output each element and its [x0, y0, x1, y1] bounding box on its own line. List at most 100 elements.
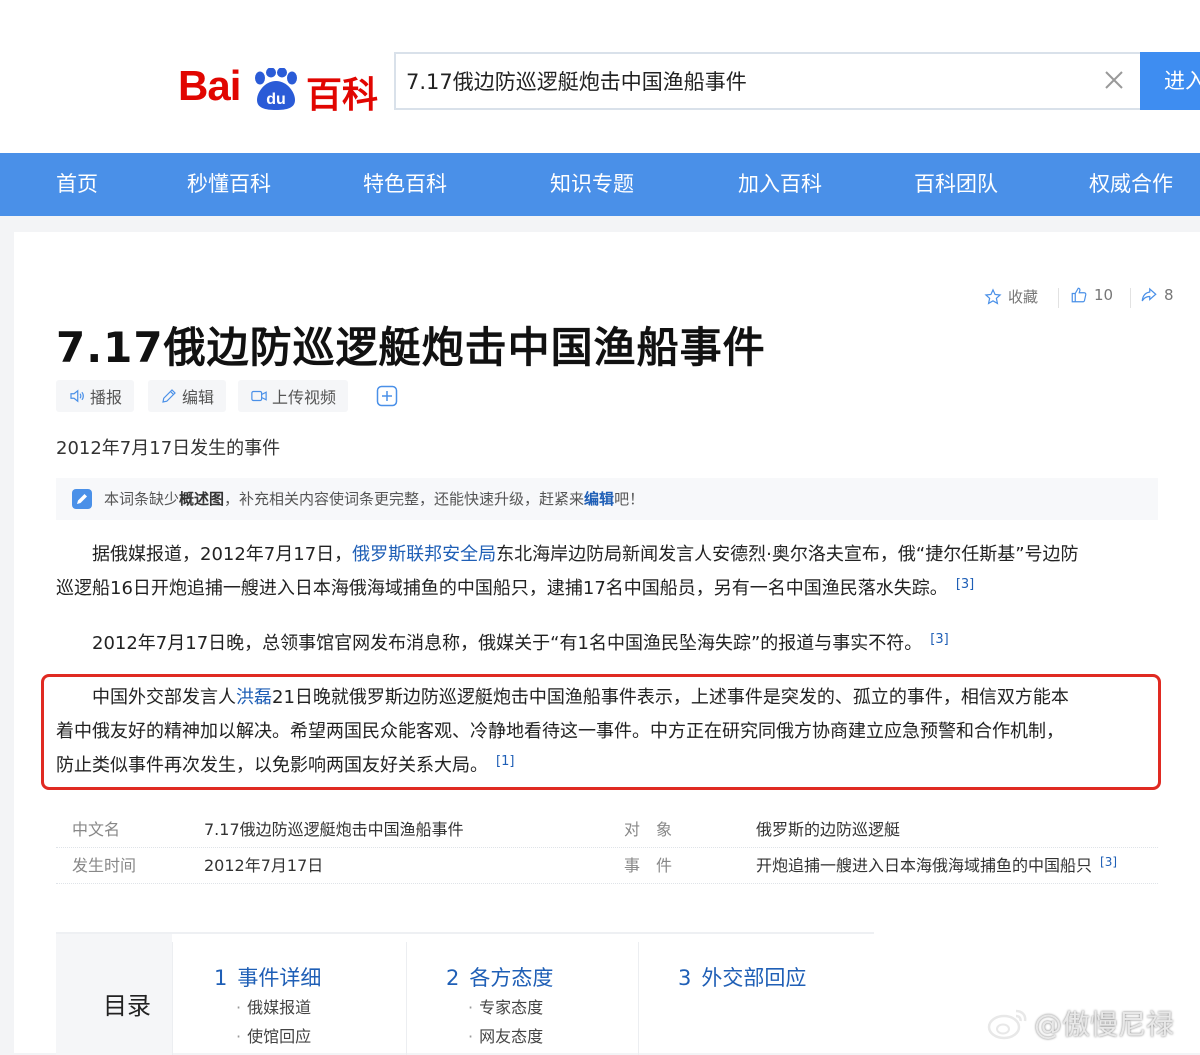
- edit-note-icon: [72, 489, 92, 509]
- nav-item-miaodong[interactable]: 秒懂百科: [187, 153, 271, 216]
- divider: [406, 942, 407, 1055]
- share-button[interactable]: 8: [1140, 286, 1174, 304]
- search-input[interactable]: [406, 54, 1086, 108]
- info-key: 发生时间: [72, 856, 137, 875]
- divider: [1058, 288, 1059, 308]
- edit-button[interactable]: 编辑: [148, 380, 227, 412]
- like-count: 10: [1094, 286, 1114, 304]
- page-title: 7.17俄边防巡逻艇炮击中国渔船事件: [56, 323, 766, 372]
- close-icon[interactable]: [1102, 68, 1126, 92]
- divider: [638, 942, 639, 1055]
- info-key: 中文名: [72, 820, 121, 839]
- logo-du: du: [266, 91, 286, 108]
- baidu-baike-logo[interactable]: Bai du 百科: [178, 40, 388, 116]
- paragraph-2: 2012年7月17日晚，总领事馆官网发布消息称，俄媒关于“有1名中国渔民坠海失踪…: [56, 627, 1164, 661]
- paragraph-line: 着中俄友好的精神加以解决。希望两国民众能客观、冷静地看待这一事件。中方正在研究同…: [56, 715, 1164, 749]
- logo-bai: Bai: [178, 62, 241, 109]
- section-label: 事件详细: [237, 966, 322, 990]
- favorite-button[interactable]: 收藏: [984, 286, 1038, 307]
- upload-video-label: 上传视频: [272, 388, 337, 407]
- article-actions: 收藏 10 8: [984, 286, 1184, 310]
- paragraph-line: 中国外交部发言人洪磊21日晚就俄罗斯边防巡逻艇炮击中国渔船事件表示，上述事件是突…: [56, 681, 1164, 715]
- section-number: 3: [678, 966, 692, 990]
- search-box: [394, 52, 1140, 110]
- honglei-link[interactable]: 洪磊: [236, 687, 272, 708]
- nav-item-cooperation[interactable]: 权威合作: [1089, 153, 1173, 216]
- video-camera-icon: [251, 390, 267, 402]
- para3-text: 着中俄友好的精神加以解决。希望两国民众能客观、冷静地看待这一事件。中方正在研究同…: [56, 721, 1064, 742]
- nav-item-join[interactable]: 加入百科: [738, 153, 822, 216]
- catalog-subitem[interactable]: 俄媒报道: [236, 994, 311, 1018]
- reference-link[interactable]: [3]: [1100, 855, 1117, 869]
- weibo-watermark: @傲慢尼禄: [986, 1003, 1174, 1043]
- edit-label: 编辑: [182, 388, 215, 407]
- article-content: 收藏 10 8 7.17俄边防巡逻艇炮击中国渔船事件 播报 编辑 上传视频 20…: [14, 232, 1200, 1055]
- reference-link[interactable]: [3]: [930, 632, 948, 647]
- para1-text: 据俄媒报道，2012年7月17日，: [92, 544, 353, 565]
- divider: [1130, 288, 1131, 308]
- nav-item-team[interactable]: 百科团队: [914, 153, 998, 216]
- info-value: 2012年7月17日: [204, 856, 324, 875]
- para3-text: 21日晚就俄罗斯边防巡逻艇炮击中国渔船事件表示，上述事件是突发的、孤立的事件，相…: [272, 687, 1069, 708]
- logo-baike: 百科: [306, 75, 379, 116]
- reference-link[interactable]: [1]: [496, 754, 514, 769]
- catalog-title-box: 目录: [56, 934, 172, 1055]
- section-number: 2: [446, 966, 460, 990]
- missing-image-notice: 本词条缺少概述图，补充相关内容使词条更完整，还能快速升级，赶紧来编辑吧！: [56, 478, 1158, 520]
- catalog-title: 目录: [103, 992, 151, 1020]
- section-number: 1: [214, 966, 228, 990]
- notice-middle: ，补充相关内容使词条更完整，还能快速升级，赶紧来: [224, 490, 585, 508]
- section-label: 各方态度: [469, 966, 554, 990]
- catalog-section-1[interactable]: 1 事件详细: [214, 962, 321, 992]
- catalog-section-3[interactable]: 3 外交部回应: [678, 962, 806, 992]
- catalog-subitem[interactable]: 网友态度: [468, 1023, 543, 1047]
- search-button[interactable]: 进入: [1140, 52, 1200, 110]
- paw-icon: du: [255, 68, 297, 110]
- para3-text: 防止类似事件再次发生，以免影响两国友好关系大局。: [56, 755, 488, 776]
- pencil-icon: [162, 389, 176, 403]
- add-button[interactable]: [368, 380, 406, 412]
- info-row: 发生时间 2012年7月17日 事 件 开炮追捕一艘进入日本海俄海域捕鱼的中国船…: [56, 848, 1158, 884]
- para1-text: 巡逻船16日开炮追捕一艘进入日本海俄海域捕鱼的中国船只，逮捕17名中国船员，另有…: [56, 578, 948, 599]
- entry-summary: 2012年7月17日发生的事件: [56, 438, 281, 459]
- basic-info-table: 中文名 7.17俄边防巡逻艇炮击中国渔船事件 对 象 俄罗斯的边防巡逻艇 发生时…: [56, 812, 1158, 884]
- broadcast-label: 播报: [90, 388, 123, 407]
- notice-prefix: 本词条缺少: [104, 490, 180, 508]
- speaker-icon: [70, 389, 84, 403]
- info-value: 7.17俄边防巡逻艇炮击中国渔船事件: [204, 820, 464, 839]
- para2-text: 2012年7月17日晚，总领事馆官网发布消息称，俄媒关于“有1名中国渔民坠海失踪…: [92, 633, 923, 654]
- thumbs-up-icon: [1071, 287, 1087, 303]
- notice-edit-link[interactable]: 编辑: [584, 490, 614, 508]
- notice-suffix: 吧！: [614, 490, 645, 508]
- upload-video-button[interactable]: 上传视频: [238, 380, 349, 412]
- divider: [172, 942, 173, 1055]
- nav-item-featured[interactable]: 特色百科: [363, 153, 447, 216]
- watermark-text: @傲慢尼禄: [1034, 1008, 1175, 1041]
- main-nav: 首页 秒懂百科 特色百科 知识专题 加入百科 百科团队 权威合作: [0, 153, 1200, 216]
- nav-item-home[interactable]: 首页: [56, 153, 98, 216]
- reference-link[interactable]: [3]: [956, 577, 974, 592]
- header: Bai du 百科 进入: [0, 0, 1200, 153]
- share-icon: [1141, 287, 1157, 302]
- info-value: 俄罗斯的边防巡逻艇: [756, 820, 901, 839]
- catalog-section-2[interactable]: 2 各方态度: [446, 962, 553, 992]
- notice-bold: 概述图: [179, 490, 225, 508]
- plus-square-icon: [376, 385, 398, 407]
- catalog-subitem[interactable]: 使馆回应: [236, 1023, 311, 1047]
- nav-item-topics[interactable]: 知识专题: [550, 153, 634, 216]
- paragraph-line: 据俄媒报道，2012年7月17日，俄罗斯联邦安全局东北海岸边防局新闻发言人安德烈…: [56, 538, 1164, 572]
- like-button[interactable]: 10: [1070, 286, 1113, 304]
- favorite-label: 收藏: [1008, 288, 1039, 306]
- paragraph-line: 巡逻船16日开炮追捕一艘进入日本海俄海域捕鱼的中国船只，逮捕17名中国船员，另有…: [56, 572, 1164, 606]
- para1-text: 东北海岸边防局新闻发言人安德烈·奥尔洛夫宣布，俄“捷尔任斯基”号边防: [496, 544, 1079, 565]
- info-value-text: 开炮追捕一艘进入日本海俄海域捕鱼的中国船只: [756, 856, 1093, 875]
- catalog-subitem[interactable]: 专家态度: [468, 994, 543, 1018]
- table-of-contents: 目录 1 事件详细 俄媒报道 使馆回应 2 各方态度 专家态度 网友态度 3 外交部回…: [56, 932, 874, 1055]
- info-value: 开炮追捕一艘进入日本海俄海域捕鱼的中国船只 [3]: [756, 848, 1117, 884]
- broadcast-button[interactable]: 播报: [56, 380, 135, 412]
- info-key: 事 件: [624, 856, 673, 875]
- paragraph-3: 中国外交部发言人洪磊21日晚就俄罗斯边防巡逻艇炮击中国渔船事件表示，上述事件是突…: [56, 681, 1164, 783]
- weibo-icon: [987, 1009, 1027, 1040]
- fsb-link[interactable]: 俄罗斯联邦安全局: [352, 544, 496, 565]
- info-row: 中文名 7.17俄边防巡逻艇炮击中国渔船事件 对 象 俄罗斯的边防巡逻艇: [56, 812, 1158, 848]
